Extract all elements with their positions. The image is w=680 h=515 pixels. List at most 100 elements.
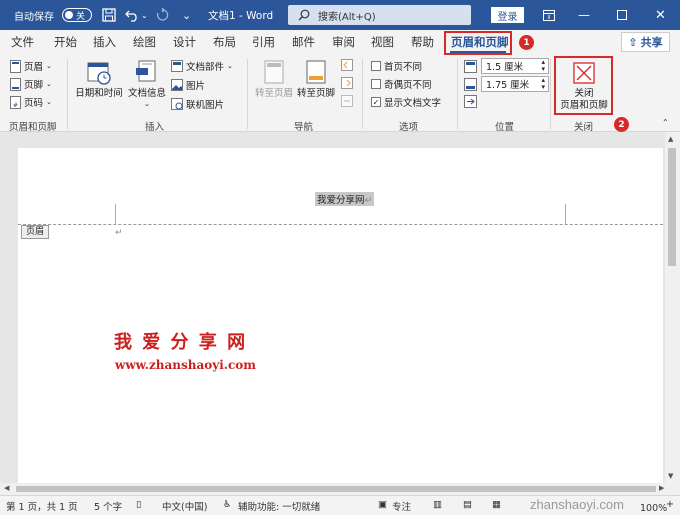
ribbon-display-icon[interactable] (543, 0, 555, 30)
toggle-knob-icon (65, 11, 73, 19)
scroll-left-icon[interactable]: ◀ (4, 484, 9, 492)
page-number-label: 页码 (24, 98, 44, 109)
save-icon[interactable] (102, 0, 116, 30)
header-text[interactable]: 我爱分享网↵ (315, 192, 375, 206)
header-tag: 页眉 (21, 225, 50, 239)
group-label-navigation: 导航 (294, 122, 314, 133)
undo-dropdown-icon[interactable]: ⌄ (141, 0, 148, 30)
scroll-right-icon[interactable]: ▶ (659, 484, 664, 492)
scroll-down-icon[interactable]: ▼ (668, 472, 673, 480)
tab-mailings[interactable]: 邮件 (292, 34, 315, 50)
redo-icon[interactable] (155, 0, 169, 30)
close-window-icon[interactable]: ✕ (655, 0, 666, 30)
group-separator (247, 59, 248, 129)
document-page[interactable]: 我爱分享网↵ 页眉 ↵ 我 爱 分 享 网 www.zhanshaoyi.com (18, 148, 663, 495)
focus-label[interactable]: 专注 (392, 499, 411, 513)
horizontal-scrollbar[interactable]: ◀ ▶ (0, 483, 680, 495)
vertical-scroll-thumb[interactable] (668, 148, 676, 266)
accessibility-icon[interactable]: ♿ (223, 499, 232, 510)
search-box[interactable]: 搜索(Alt+Q) (288, 5, 471, 25)
undo-icon[interactable] (125, 0, 139, 30)
spin-arrows-icon[interactable]: ▴ ▾ (541, 59, 548, 73)
tab-view[interactable]: 视图 (371, 34, 394, 50)
autosave-state: 关 (76, 11, 86, 22)
first-page-different-checkbox[interactable]: 首页不同 (371, 59, 422, 73)
login-button[interactable]: 登录 (491, 7, 524, 23)
spin-arrows-icon[interactable]: ▴ ▾ (541, 77, 548, 91)
autosave-label: 自动保存 (14, 11, 54, 23)
footer-position-icon (464, 77, 477, 91)
group-separator (457, 59, 458, 129)
tab-file[interactable]: 文件 (11, 34, 34, 50)
online-picture-icon (171, 98, 183, 110)
customize-toolbar-icon[interactable]: ⌄ (182, 0, 191, 30)
paragraph-mark-icon: ↵ (115, 228, 123, 238)
group-separator (67, 59, 68, 129)
tab-references[interactable]: 引用 (252, 34, 275, 50)
previous-section-icon[interactable] (341, 59, 353, 71)
minimize-icon[interactable]: — (578, 0, 590, 30)
picture-icon (171, 79, 183, 91)
share-button[interactable]: ⇧ 共享 (621, 32, 670, 52)
page-count[interactable]: 第 1 页，共 1 页 (6, 499, 78, 513)
proofing-icon[interactable]: ▯ (136, 499, 141, 510)
scroll-up-icon[interactable]: ▲ (668, 135, 673, 143)
focus-icon[interactable]: ▣ (378, 499, 387, 510)
tab-layout[interactable]: 布局 (213, 34, 236, 50)
footer-button[interactable]: 页脚 ⌄ (10, 77, 52, 91)
checkbox-unchecked-icon (371, 79, 381, 89)
zoom-in-icon[interactable]: + (666, 499, 674, 510)
group-label-insert: 插入 (145, 122, 165, 133)
header-button[interactable]: 页眉 ⌄ (10, 59, 52, 73)
tab-draw[interactable]: 绘图 (133, 34, 156, 50)
tab-insert[interactable]: 插入 (93, 34, 116, 50)
show-document-text-checkbox[interactable]: ✓ 显示文档文字 (371, 95, 441, 109)
tab-help[interactable]: 帮助 (411, 34, 434, 50)
goto-footer-button[interactable]: 转至页脚 (295, 59, 337, 100)
page-number-button[interactable]: # 页码 ⌄ (10, 95, 52, 109)
svg-text:#: # (13, 102, 18, 109)
insert-alignment-tab-icon[interactable] (464, 95, 477, 108)
tab-home[interactable]: 开始 (54, 34, 77, 50)
collapse-ribbon-icon[interactable]: ⌃ (662, 118, 669, 127)
title-bar: 自动保存 关 ⌄ ⌄ 文档1 - Word 搜索(Alt+Q) 登录 — ✕ (0, 0, 680, 30)
goto-footer-icon (306, 60, 326, 84)
maximize-icon[interactable] (617, 0, 627, 30)
zoom-level[interactable]: 100% (640, 503, 667, 514)
language-indicator[interactable]: 中文(中国) (162, 499, 207, 513)
date-time-button[interactable]: 日期和时间 (73, 59, 125, 100)
web-layout-icon[interactable]: ▦ (492, 499, 501, 510)
date-time-label: 日期和时间 (75, 88, 123, 99)
print-layout-icon[interactable]: ▤ (463, 499, 472, 510)
doc-info-button[interactable]: 文档信息 ⌄ (125, 59, 169, 108)
picture-button[interactable]: 图片 (171, 78, 205, 92)
horizontal-scroll-thumb[interactable] (16, 486, 656, 492)
footer-position-value: 1.75 厘米 (486, 80, 530, 91)
read-mode-icon[interactable]: ▥ (433, 499, 442, 510)
tab-review[interactable]: 审阅 (332, 34, 355, 50)
header-icon (10, 59, 21, 73)
word-count[interactable]: 5 个字 (94, 499, 122, 513)
doc-parts-icon (171, 60, 183, 72)
ribbon-tabs: 文件 开始 插入 绘图 设计 布局 引用 邮件 审阅 视图 帮助 页眉和页脚 ⇧… (0, 30, 680, 55)
group-separator (550, 59, 551, 129)
odd-even-different-checkbox[interactable]: 奇偶页不同 (371, 77, 432, 91)
vertical-scrollbar[interactable]: ▲ ▼ (665, 132, 680, 483)
step-badge-2: 2 (614, 117, 629, 132)
doc-parts-button[interactable]: 文档部件 ⌄ (171, 59, 233, 73)
link-to-previous-icon[interactable] (341, 95, 353, 107)
goto-header-button[interactable]: 转至页眉 (253, 59, 295, 100)
online-picture-button[interactable]: 联机图片 (171, 97, 224, 111)
autosave-toggle[interactable]: 关 (62, 0, 92, 30)
calendar-icon (87, 62, 111, 85)
checkmark-icon: ✓ (371, 97, 381, 107)
watermark-url: www.zhanshaoyi.com (115, 358, 256, 372)
goto-header-label: 转至页眉 (254, 88, 293, 99)
next-section-icon[interactable] (341, 77, 353, 89)
tab-design[interactable]: 设计 (173, 34, 196, 50)
header-position-spinner[interactable]: 1.5 厘米 ▴ ▾ (464, 58, 549, 74)
step-badge-1: 1 (519, 35, 534, 50)
online-picture-label: 联机图片 (186, 100, 225, 111)
footer-position-spinner[interactable]: 1.75 厘米 ▴ ▾ (464, 76, 549, 92)
accessibility-status[interactable]: 辅助功能: 一切就绪 (238, 499, 320, 513)
